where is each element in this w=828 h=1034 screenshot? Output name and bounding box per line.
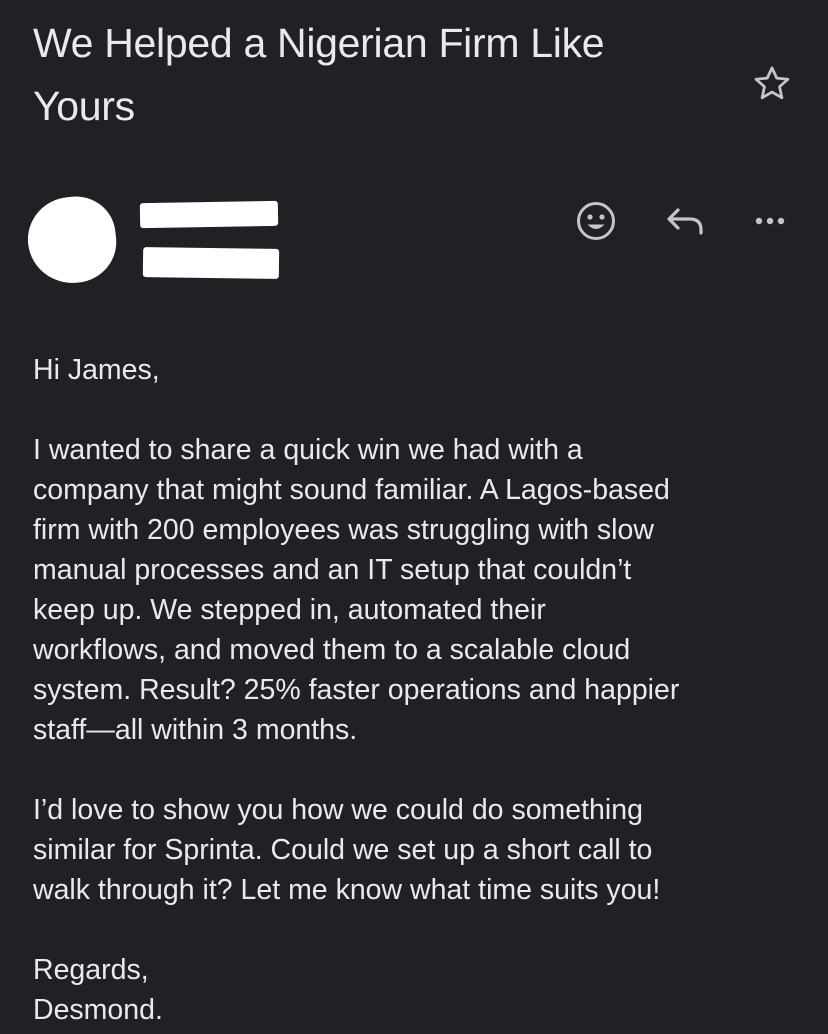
sender-details-redacted[interactable] <box>142 247 280 279</box>
sender-name-redacted[interactable] <box>139 200 279 229</box>
sender-avatar-redacted[interactable] <box>23 192 121 288</box>
email-subject: We Helped a Nigerian Firm Like Yours <box>33 20 605 129</box>
email-body: Hi James, I wanted to share a quick win … <box>33 350 803 1030</box>
reply-icon <box>667 208 703 235</box>
email-greeting: Hi James, <box>33 354 160 386</box>
star-outline-icon <box>754 66 790 100</box>
reply-button[interactable] <box>660 197 708 245</box>
email-paragraph: I’d love to show you how we could do som… <box>33 794 661 906</box>
email-signature: Regards, Desmond. <box>33 954 163 1026</box>
more-options-button[interactable] <box>746 197 794 245</box>
email-paragraph: I wanted to share a quick win we had wit… <box>33 434 680 746</box>
star-button[interactable] <box>750 62 794 106</box>
emoji-reaction-icon <box>577 202 615 240</box>
add-reaction-button[interactable] <box>572 197 620 245</box>
sender-row <box>0 185 828 295</box>
more-horizontal-icon <box>755 217 785 225</box>
